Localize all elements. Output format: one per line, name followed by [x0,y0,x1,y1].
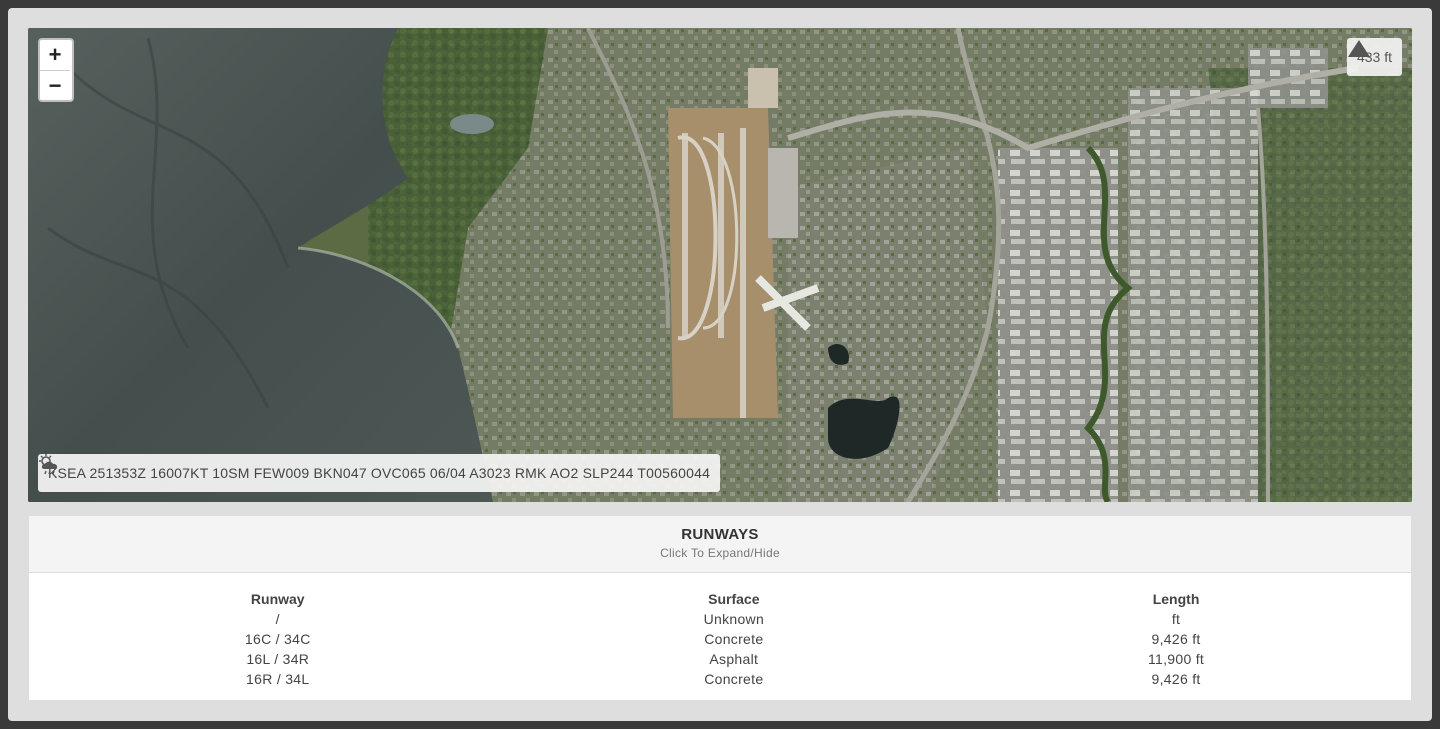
col-runway-header: Runway [250,591,305,607]
zoom-control: + − [38,38,74,102]
runways-subtitle: Click To Expand/Hide [660,546,780,560]
length-cell: ft [1171,611,1181,627]
metar-bar: KSEA 251353Z 16007KT 10SM FEW009 BKN047 … [38,454,721,492]
elevation-badge: 433 ft [1346,38,1402,76]
length-cell: 9,426 ft [1151,671,1201,687]
surface-cell: Concrete [704,671,764,687]
length-cell: 9,426 ft [1151,631,1201,647]
runway-cell: 16R / 34L [246,671,310,687]
runway-cell: 16C / 34C [244,631,311,647]
surface-cell: Unknown [703,611,765,627]
page-frame: + − 433 ft KSEA 251353Z 16007KT 10SM FEW… [8,8,1432,721]
table-row: 16R / 34L Concrete 9,426 ft [29,669,1411,689]
runways-table: Runway Surface Length / Unknown ft 16C /… [29,589,1411,689]
col-length-header: Length [1152,591,1200,607]
runways-panel: RUNWAYS Click To Expand/Hide Runway Surf… [28,515,1412,701]
runway-cell: 16L / 34R [246,651,310,667]
length-cell: 11,900 ft [1147,651,1205,667]
runways-panel-header[interactable]: RUNWAYS Click To Expand/Hide [29,516,1411,573]
satellite-map[interactable]: + − 433 ft KSEA 251353Z 16007KT 10SM FEW… [28,28,1412,502]
surface-cell: Concrete [704,631,764,647]
weather-sun-cloud-rain-icon [39,454,58,475]
table-header-row: Runway Surface Length [29,589,1411,609]
runways-title: RUNWAYS [681,526,759,543]
col-surface-header: Surface [708,591,760,607]
table-row: 16L / 34R Asphalt 11,900 ft [29,649,1411,669]
zoom-in-button[interactable]: + [40,40,70,70]
surface-cell: Asphalt [709,651,759,667]
mountain-icon [1347,40,1370,57]
map-imagery [28,28,1412,502]
metar-text: KSEA 251353Z 16007KT 10SM FEW009 BKN047 … [48,465,711,481]
table-row: 16C / 34C Concrete 9,426 ft [29,629,1411,649]
zoom-out-button[interactable]: − [40,70,70,100]
runway-cell: / [275,611,280,627]
table-row: / Unknown ft [29,609,1411,629]
